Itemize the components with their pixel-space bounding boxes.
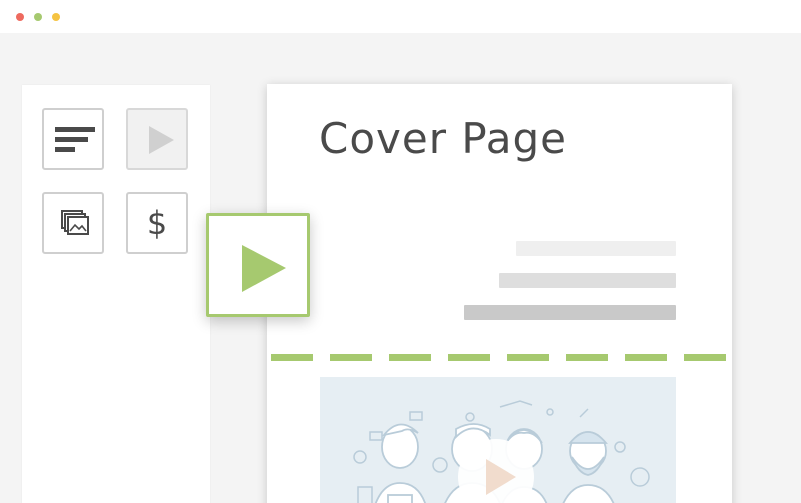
image-gallery-icon — [61, 210, 89, 235]
image-block-button[interactable] — [42, 192, 104, 254]
close-window-button[interactable] — [16, 13, 24, 21]
video-block-button[interactable] — [126, 108, 188, 170]
svg-text:$: $ — [147, 204, 167, 242]
title-bar — [0, 0, 801, 33]
play-icon — [149, 126, 174, 154]
pricing-block-button[interactable]: $ — [126, 192, 188, 254]
video-thumbnail[interactable] — [320, 377, 676, 503]
team-illustration — [353, 400, 650, 503]
text-block-button[interactable] — [42, 108, 104, 170]
placeholder-text-line — [499, 273, 676, 288]
video-block-drag-preview[interactable] — [206, 213, 310, 317]
zoom-window-button[interactable] — [52, 13, 60, 21]
app-window: $ Cover Page — [0, 0, 801, 503]
blocks-sidebar: $ — [22, 85, 210, 503]
drop-indicator — [271, 354, 730, 361]
placeholder-text-line — [464, 305, 676, 320]
cover-page-document: Cover Page — [267, 84, 732, 503]
text-lines-icon — [55, 127, 95, 152]
minimize-window-button[interactable] — [34, 13, 42, 21]
play-icon — [242, 245, 286, 292]
placeholder-text-line — [516, 241, 676, 256]
page-title[interactable]: Cover Page — [319, 114, 567, 163]
dollar-icon: $ — [147, 204, 167, 242]
